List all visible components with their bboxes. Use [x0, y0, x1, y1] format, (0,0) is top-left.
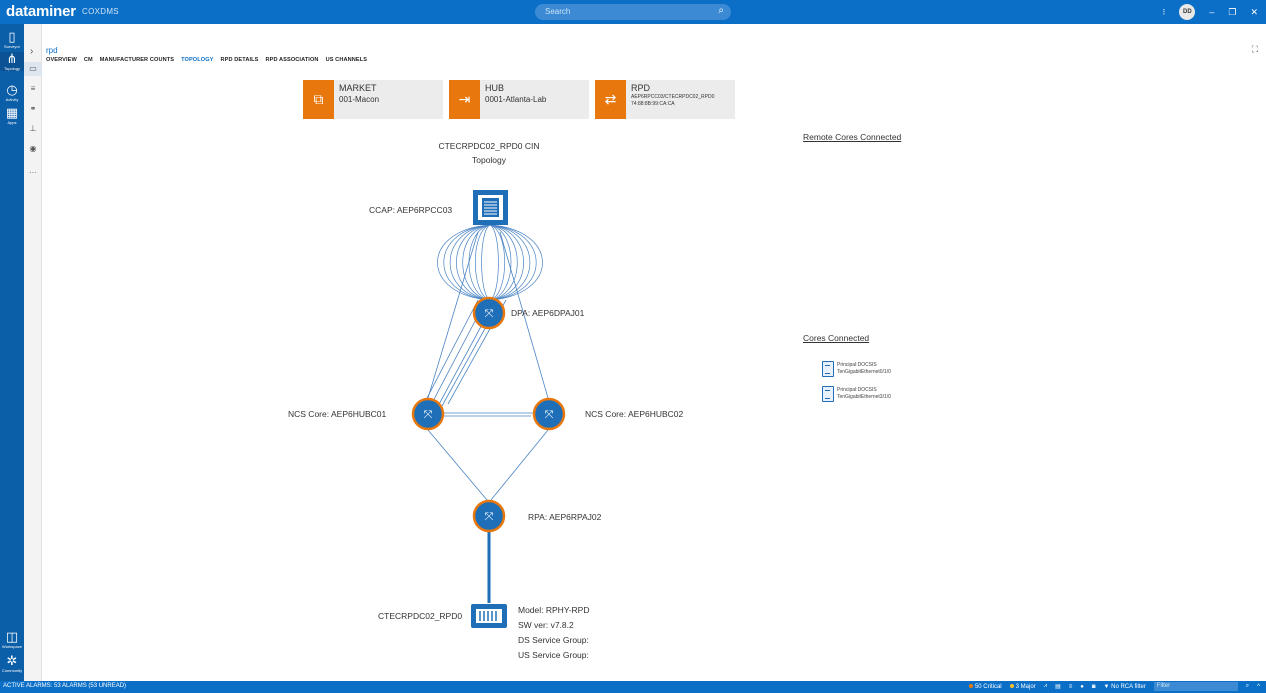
- filter-input[interactable]: Filter: [1153, 682, 1238, 691]
- svg-text:⤧: ⤧: [485, 510, 494, 523]
- funnel-icon: ▼: [1103, 683, 1112, 690]
- remote-cores-heading[interactable]: Remote Cores Connected: [803, 132, 901, 142]
- chevron-up-icon[interactable]: ^: [1257, 684, 1260, 690]
- topology-title: CTECRPDC02_RPD0 CIN: [438, 141, 540, 151]
- chart-icon[interactable]: ⩘: [1044, 683, 1047, 690]
- major-count[interactable]: 3 Major: [1009, 683, 1036, 690]
- search-icon[interactable]: ⌕: [1246, 683, 1249, 690]
- ncs-core1-router-icon: ⤧: [411, 397, 445, 431]
- ccap-node-icon: [473, 190, 508, 225]
- target-icon[interactable]: ◙: [1092, 684, 1096, 690]
- rpd-device-icon: [471, 604, 507, 628]
- svg-text:⤧: ⤧: [424, 408, 433, 421]
- rpd-name-label: CTECRPDC02_RPD0: [378, 611, 463, 621]
- topology-subtitle: Topology: [471, 155, 507, 165]
- status-bar: ACTIVE ALARMS: 53 ALARMS (53 UNREAD) 50 …: [0, 681, 1266, 693]
- rpa-label: RPA: AEP6RPAJ02: [528, 512, 602, 522]
- bell-icon[interactable]: ●: [1080, 684, 1084, 690]
- dpa-label: DPA: AEP6DPAJ01: [511, 308, 585, 318]
- rca-filter[interactable]: ▼ No RCA filter: [1104, 684, 1146, 690]
- rpa-router-icon: ⤧: [472, 499, 506, 533]
- core-item[interactable]: Principal:DOCSIS TenGigabitEthernet3/1/0: [822, 386, 891, 402]
- list-icon[interactable]: ▤: [1055, 683, 1061, 690]
- rpd-ds-service-group: DS Service Group:: [518, 635, 589, 645]
- topology-graph: ⤧ ⤧ ⤧ ⤧: [411, 190, 566, 628]
- core-document-icon: [822, 386, 834, 402]
- svg-text:⤧: ⤧: [545, 408, 554, 421]
- core-item[interactable]: Principal:DOCSIS TenGigabitEthernet0/1/0: [822, 361, 891, 377]
- sort-icon[interactable]: ≡: [1069, 684, 1073, 690]
- network-links: [425, 231, 549, 501]
- cores-connected-heading[interactable]: Cores Connected: [803, 333, 869, 343]
- ncs-core1-label: NCS Core: AEP6HUBC01: [288, 409, 387, 419]
- rpd-sw-version: SW ver: v7.8.2: [518, 620, 574, 630]
- major-dot-icon: [1009, 683, 1014, 688]
- dpa-router-icon: ⤧: [472, 296, 506, 330]
- rpd-us-service-group: US Service Group:: [518, 650, 589, 660]
- svg-text:⤧: ⤧: [485, 307, 494, 320]
- ccap-label: CCAP: AEP6RPCC03: [369, 205, 453, 215]
- ncs-core2-label: NCS Core: AEP6HUBC02: [585, 409, 684, 419]
- rpd-model: Model: RPHY-RPD: [518, 605, 590, 615]
- ccap-dpa-links: [437, 224, 543, 301]
- active-alarms[interactable]: ACTIVE ALARMS: 53 ALARMS (53 UNREAD): [3, 683, 126, 689]
- critical-count[interactable]: 50 Critical: [968, 683, 1002, 690]
- core-document-icon: [822, 361, 834, 377]
- critical-dot-icon: [968, 683, 973, 688]
- ncs-core2-router-icon: ⤧: [532, 397, 566, 431]
